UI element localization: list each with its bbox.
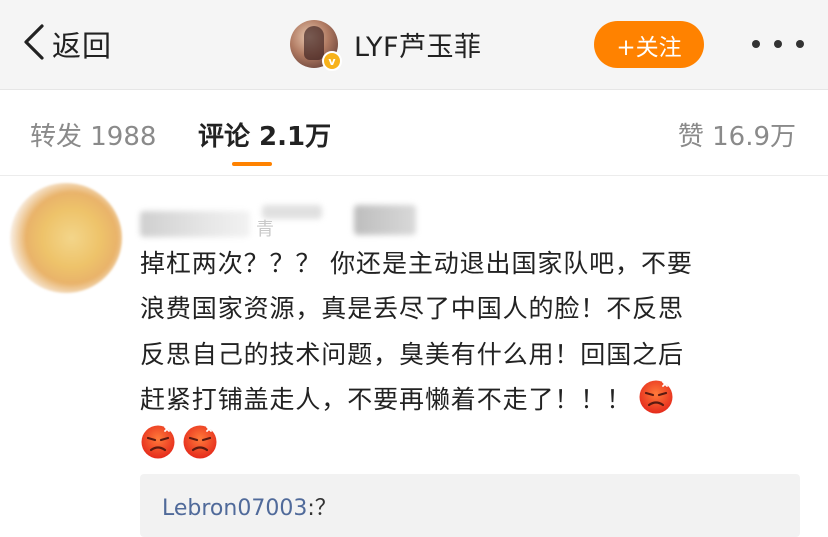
avatar[interactable]: v [290, 20, 342, 71]
dot [774, 40, 782, 48]
comment-line-text: 赶紧打铺盖走人，不要再懒着不走了！！！ [140, 384, 633, 414]
reply-preview[interactable]: Lebron07003:？ [140, 474, 800, 537]
tab-comment[interactable]: 评论 2.1万 [198, 116, 331, 153]
angry-face-emoji [183, 425, 217, 459]
tab-like[interactable]: 赞 16.9万 [678, 116, 796, 153]
active-tab-indicator [232, 162, 272, 166]
dot [796, 40, 804, 48]
comment-line: 浪费国家资源，真是丢尽了中国人的脸！不反思 [140, 294, 684, 324]
angry-face-emoji [141, 425, 175, 459]
follow-button[interactable]: +关注 [594, 21, 704, 68]
chevron-left-icon [22, 22, 46, 66]
tab-bar: 转发 1988 评论 2.1万 赞 16.9万 [0, 90, 828, 176]
reply-username[interactable]: Lebron07003 [162, 496, 307, 521]
verified-badge-icon: v [322, 51, 342, 71]
blur-region [140, 211, 250, 237]
tab-repost[interactable]: 转发 1988 [30, 116, 156, 153]
commenter-avatar-blurred[interactable] [10, 183, 122, 293]
comment-item: 青 掉杠两次？？？ 你还是主动退出国家队吧，不要 浪费国家资源，真是丢尽了中国人… [0, 177, 828, 537]
reply-separator: : [307, 496, 315, 521]
emoji-line [140, 422, 800, 467]
comment-line: 掉杠两次？？？ 你还是主动退出国家队吧，不要 [140, 249, 693, 278]
username[interactable]: LYF芦玉菲 [354, 25, 481, 64]
commenter-name-blurred[interactable]: 青 [140, 205, 420, 240]
dot [752, 40, 760, 48]
comment-line-last: 赶紧打铺盖走人，不要再懒着不走了！！！ [140, 377, 800, 422]
back-label: 返回 [52, 29, 113, 63]
reply-text: Lebron07003:？ [162, 490, 337, 522]
user-header[interactable]: v LYF芦玉菲 [290, 18, 481, 71]
angry-face-emoji [639, 380, 673, 414]
blur-region [354, 205, 416, 235]
comment-text: 掉杠两次？？？ 你还是主动退出国家队吧，不要 浪费国家资源，真是丢尽了中国人的脸… [140, 241, 800, 467]
comment-line: 反思自己的技术问题，臭美有什么用！回国之后 [140, 339, 684, 369]
back-button[interactable]: 返回 [22, 22, 112, 66]
top-navbar: 返回 v LYF芦玉菲 +关注 [0, 0, 828, 90]
reply-content: ？ [314, 496, 337, 521]
more-options-icon[interactable] [752, 30, 804, 58]
commenter-name-fragment: 青 [256, 219, 274, 240]
